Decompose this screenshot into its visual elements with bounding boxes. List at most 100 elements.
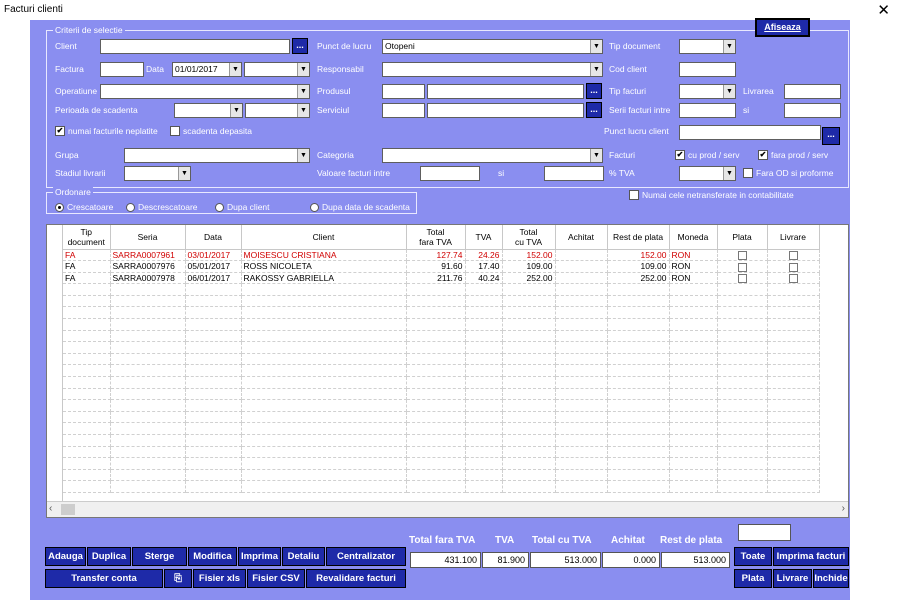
scroll-right-icon[interactable]: ›: [842, 503, 845, 514]
modifica-button[interactable]: Modifica: [188, 547, 237, 566]
table-row[interactable]: FA SARRA0007976 05/01/2017 ROSS NICOLETA 91.…: [63, 260, 820, 273]
order-dupa-scadenta-radio[interactable]: Dupa data de scadenta: [310, 202, 410, 212]
table-row[interactable]: [63, 457, 820, 470]
responsabil-select[interactable]: ▼: [382, 62, 603, 77]
column-header[interactable]: Total fara TVA: [406, 225, 466, 250]
serviciul-browse-button[interactable]: ...: [586, 102, 602, 118]
client-browse-button[interactable]: ...: [292, 38, 308, 54]
table-row[interactable]: FA SARRA0007961 03/01/2017 MOISESCU CRISTIA…: [63, 249, 820, 262]
column-header[interactable]: TVA: [465, 225, 503, 250]
plata-button[interactable]: Plata: [734, 569, 772, 588]
scroll-thumb[interactable]: [61, 504, 75, 515]
checkbox-icon[interactable]: [788, 262, 798, 272]
column-header[interactable]: Achitat: [555, 225, 608, 250]
valoare-end-input[interactable]: [544, 166, 604, 181]
data-end-select[interactable]: ▼: [244, 62, 310, 77]
produsul-code-input[interactable]: [382, 84, 425, 99]
imprima-facturi-button[interactable]: Imprima facturi: [773, 547, 849, 566]
cod-client-input[interactable]: [679, 62, 736, 77]
categoria-select[interactable]: ▼: [382, 148, 603, 163]
valoare-start-input[interactable]: [420, 166, 480, 181]
close-icon[interactable]: ✕: [877, 1, 890, 19]
column-header[interactable]: Client: [241, 225, 407, 250]
numai-neplatite-checkbox[interactable]: ✔ numai facturile neplatite: [55, 126, 158, 136]
table-row[interactable]: [63, 295, 820, 308]
produsul-name-input[interactable]: [427, 84, 584, 99]
livrare-button[interactable]: Livrare: [773, 569, 812, 588]
invoices-grid[interactable]: Tip document Seria Data Client Total fara TVA T…: [46, 224, 849, 518]
fisier-xls-button[interactable]: Fisier xls: [193, 569, 246, 588]
perioada-start-select[interactable]: ▼: [174, 103, 243, 118]
copy-icon[interactable]: ⎘: [164, 569, 192, 588]
order-dupa-client-radio[interactable]: Dupa client: [215, 202, 270, 212]
stadiul-select[interactable]: ▼: [124, 166, 191, 181]
punct-lucru-select[interactable]: Otopeni ▼: [382, 39, 603, 54]
inchide-button[interactable]: Inchide: [813, 569, 849, 588]
adauga-button[interactable]: Adauga: [45, 547, 86, 566]
table-row[interactable]: [63, 469, 820, 482]
imprima-button[interactable]: Imprima: [238, 547, 281, 566]
livrare-cell[interactable]: [767, 272, 820, 285]
operatiune-select[interactable]: ▼: [100, 84, 310, 99]
checkbox-icon[interactable]: [737, 262, 747, 272]
table-row[interactable]: [63, 480, 820, 493]
table-row[interactable]: [63, 422, 820, 435]
tip-facturi-select[interactable]: ▼: [679, 84, 736, 99]
netransferate-checkbox[interactable]: Numai cele netransferate in contabilitat…: [629, 190, 794, 200]
client-input[interactable]: [100, 39, 290, 54]
grupa-select[interactable]: ▼: [124, 148, 310, 163]
serviciul-code-input[interactable]: [382, 103, 425, 118]
checkbox-icon[interactable]: [737, 274, 747, 283]
centralizator-button[interactable]: Centralizator: [326, 547, 406, 566]
livrare-cell[interactable]: [767, 260, 820, 273]
table-row[interactable]: [63, 306, 820, 320]
column-header[interactable]: Seria: [110, 225, 186, 250]
column-header[interactable]: Tip document: [63, 225, 111, 250]
toate-button[interactable]: Toate: [734, 547, 772, 566]
column-header[interactable]: Plata: [717, 225, 768, 250]
tip-document-select[interactable]: ▼: [679, 39, 736, 54]
serviciul-name-input[interactable]: [427, 103, 584, 118]
column-header[interactable]: Moneda: [669, 225, 718, 250]
order-crescatoare-radio[interactable]: Crescatoare: [55, 202, 113, 212]
fisier-csv-button[interactable]: Fisier CSV: [247, 569, 305, 588]
scadenta-depasita-checkbox[interactable]: scadenta depasita: [170, 126, 252, 136]
table-row[interactable]: [63, 399, 820, 412]
checkbox-icon[interactable]: [737, 250, 747, 260]
aux-field[interactable]: [738, 524, 791, 541]
transfer-conta-button[interactable]: Transfer conta: [45, 569, 163, 588]
table-row[interactable]: [63, 330, 820, 343]
horizontal-scrollbar[interactable]: ‹ ›: [47, 501, 848, 517]
fara-od-checkbox[interactable]: Fara OD si proforme: [743, 168, 833, 178]
plata-cell[interactable]: [717, 272, 768, 285]
produsul-browse-button[interactable]: ...: [586, 83, 602, 99]
table-row[interactable]: [63, 318, 820, 331]
data-select[interactable]: 01/01/2017 ▼: [172, 62, 242, 77]
checkbox-icon[interactable]: [788, 250, 798, 260]
table-row[interactable]: [63, 411, 820, 424]
table-row[interactable]: [63, 353, 820, 366]
duplica-button[interactable]: Duplica: [87, 547, 131, 566]
order-descrescatoare-radio[interactable]: Descrescatoare: [126, 202, 198, 212]
table-row[interactable]: [63, 434, 820, 447]
perioada-end-select[interactable]: ▼: [245, 103, 310, 118]
revalidare-facturi-button[interactable]: Revalidare facturi: [306, 569, 406, 588]
plata-cell[interactable]: [717, 260, 768, 273]
detaliu-button[interactable]: Detaliu: [282, 547, 325, 566]
table-row[interactable]: [63, 364, 820, 378]
serii-start-input[interactable]: [679, 103, 736, 118]
afiseaza-button[interactable]: Afiseaza: [755, 18, 810, 37]
factura-input[interactable]: [100, 62, 144, 77]
table-row[interactable]: [63, 388, 820, 401]
table-row[interactable]: [63, 341, 820, 354]
sterge-button[interactable]: Sterge: [132, 547, 187, 566]
plata-cell[interactable]: [717, 249, 768, 262]
fara-prod-checkbox[interactable]: ✔ fara prod / serv: [758, 150, 828, 160]
punct-lucru-client-input[interactable]: [679, 125, 821, 140]
table-row[interactable]: [63, 446, 820, 459]
column-header[interactable]: Rest de plata: [607, 225, 670, 250]
scroll-left-icon[interactable]: ‹: [49, 503, 52, 514]
punct-lucru-client-browse-button[interactable]: ...: [822, 127, 840, 145]
livrarea-input[interactable]: [784, 84, 841, 99]
table-row[interactable]: [63, 283, 820, 296]
